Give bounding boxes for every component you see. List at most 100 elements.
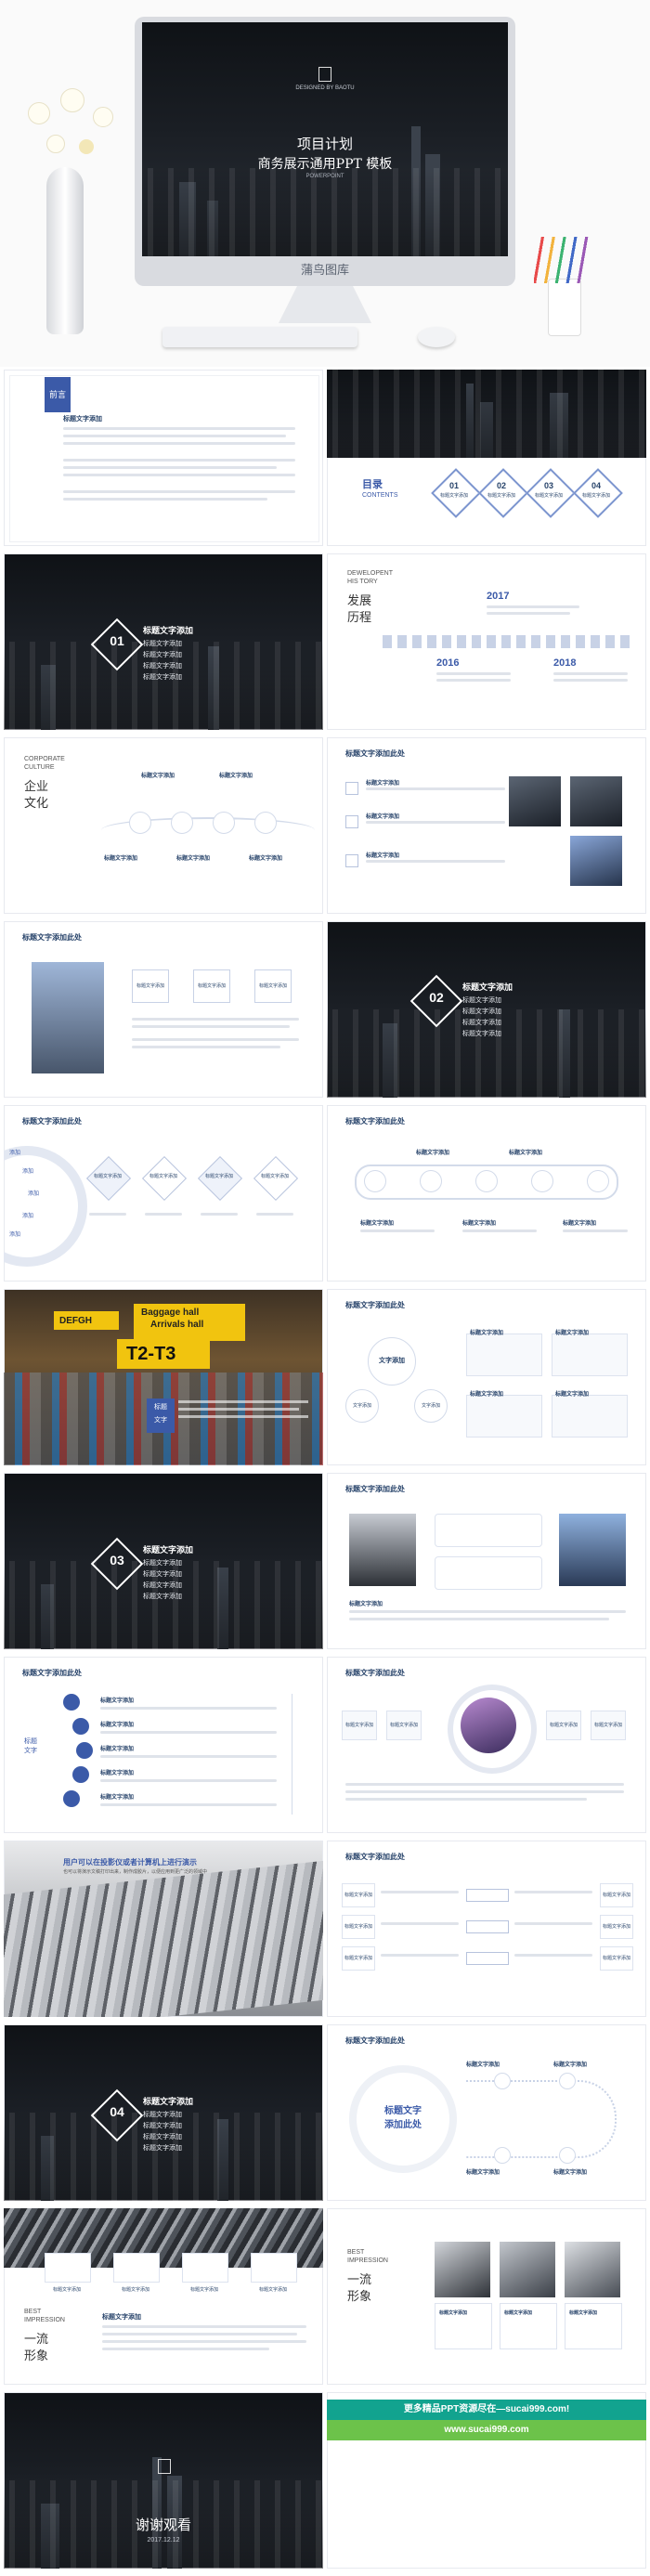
slide-orbit: 标题文字添加此处 标题文字添加 标题文字添加 标题文字添加 标题文字添加 xyxy=(327,1657,646,1833)
history-cn-2: 历程 xyxy=(347,611,372,625)
contents-label: 目录 xyxy=(362,479,383,490)
pencils xyxy=(534,237,599,283)
speech-header: 标题文字添加此处 xyxy=(345,1485,405,1493)
culture-item: 标题文字添加 xyxy=(176,856,211,862)
list3-header: 标题文字添加此处 xyxy=(345,749,405,758)
slide-photo-left: 标题文字添加此处 标题文字添加 标题文字添加 标题文字添加 xyxy=(4,921,323,1098)
slide-impression-2: BEST IMPRESSION 一流 形象 标题文字添加 标题文字添加 标题文字… xyxy=(327,2208,646,2385)
list3-item: 标题文字添加 xyxy=(366,781,400,787)
slide-ad: 更多精品PPT资源尽在—sucai999.com! www.sucai999.c… xyxy=(327,2392,646,2569)
slide-circle-flow: 标题文字添加此处 标题文字 添加此处 标题文字添加 标题文字添加 标题文字添加 … xyxy=(327,2024,646,2201)
monitor-stand xyxy=(279,286,371,323)
section-01-bullet: 标题文字添加 xyxy=(143,641,182,647)
section-03-title: 标题文字添加 xyxy=(143,1545,194,1555)
year-2016: 2016 xyxy=(436,657,460,669)
flowers xyxy=(19,84,130,186)
section-01-bullet: 标题文字添加 xyxy=(143,652,182,658)
timeline-arrows xyxy=(383,635,633,648)
preface-heading: 标题文字添加 xyxy=(63,416,102,423)
section-04-num: 04 xyxy=(110,2104,124,2119)
section-01-num: 01 xyxy=(110,633,124,648)
history-cn-1: 发展 xyxy=(347,594,372,608)
photo xyxy=(435,2242,490,2297)
slide-thanks: 谢谢观看 2017.12.12 xyxy=(4,2392,323,2569)
culture-cn-2: 文化 xyxy=(24,797,49,811)
section-04-title: 标题文字添加 xyxy=(143,2097,194,2106)
list3-item: 标题文字添加 xyxy=(366,814,400,820)
thanks-title: 谢谢观看 xyxy=(135,2517,191,2533)
year-2017: 2017 xyxy=(487,591,510,602)
section-02-title: 标题文字添加 xyxy=(462,982,514,992)
slide-arrows: 标题文字添加此处 标题文字添加 标题文字添加 标题文字添加 标题文字添加 标题文… xyxy=(327,1841,646,2017)
hero-title-2: 商务展示通用PPT 模板 xyxy=(257,157,393,172)
slide-bubbles: 标题文字添加此处 文字添加 文字添加 文字添加 标题文字添加 标题文字添加 标题… xyxy=(327,1289,646,1465)
logo-icon xyxy=(318,67,332,82)
keyboard xyxy=(162,327,358,347)
impression-heading: 标题文字添加 xyxy=(102,2314,141,2321)
culture-en-2: CULTURE xyxy=(24,764,55,771)
slide-wave: 标题文字添加此处 标题文字添加 标题文字添加 标题文字添加 标题文字添加 标题文… xyxy=(327,1105,646,1281)
pencil-cup xyxy=(548,279,581,336)
section-03-num: 03 xyxy=(110,1553,124,1568)
mouse xyxy=(418,327,455,347)
tree-header: 标题文字添加此处 xyxy=(22,1669,82,1677)
bubbles-header: 标题文字添加此处 xyxy=(345,1301,405,1309)
photo xyxy=(559,1514,626,1586)
photo xyxy=(570,776,622,826)
ad-banner[interactable]: 更多精品PPT资源尽在—sucai999.com! xyxy=(327,2400,646,2420)
slide-culture: CORPORATE CULTURE 企业 文化 标题文字添加 标题文字添加 标题… xyxy=(4,737,323,914)
list3-item: 标题文字添加 xyxy=(366,853,400,859)
slide-impression-1: 标题文字添加 标题文字添加 标题文字添加 标题文字添加 BEST IMPRESS… xyxy=(4,2208,323,2385)
slide-speech: 标题文字添加此处 标题文字添加 xyxy=(327,1473,646,1649)
building-title: 用户可以在投影仪或者计算机上进行演示 xyxy=(63,1858,197,1867)
hero: DESIGNED BY BAOTU 项目计划 商务展示通用PPT 模板 POWE… xyxy=(0,0,650,367)
photo xyxy=(570,836,622,886)
hero-title-1: 项目计划 xyxy=(296,136,353,152)
section-01-title: 标题文字添加 xyxy=(143,626,194,635)
slide-section-02: 02 标题文字添加 标题文字添加 标题文字添加 标题文字添加 标题文字添加 xyxy=(327,921,646,1098)
year-2018: 2018 xyxy=(553,657,577,669)
culture-cn-1: 企业 xyxy=(24,780,49,794)
section-01-bullet: 标题文字添加 xyxy=(143,674,182,681)
slide-airport: DEFGH Baggage hall Arrivals hall T2-T3 标… xyxy=(4,1289,323,1465)
slide-history: DEWELOPENT HIS TORY 发展 历程 2017 2016 2018 xyxy=(327,553,646,730)
building-sub: 也可以将演示文稿打印出来，制作成胶片，以便应用到更广泛的领域中 xyxy=(63,1869,208,1875)
photo xyxy=(349,1514,416,1586)
history-en-1: DEWELOPENT xyxy=(347,570,394,577)
speech-caption: 标题文字添加 xyxy=(349,1602,384,1607)
sign-t2t3: T2-T3 xyxy=(117,1339,210,1369)
culture-en-1: CORPORATE xyxy=(24,756,65,762)
culture-item: 标题文字添加 xyxy=(219,774,254,779)
preface-tag: 前言 xyxy=(45,377,71,412)
orbit-header: 标题文字添加此处 xyxy=(345,1669,405,1677)
sign-baggage: Baggage hall Arrivals hall xyxy=(134,1304,245,1341)
slide-section-04: 04 标题文字添加 标题文字添加 标题文字添加 标题文字添加 标题文字添加 xyxy=(4,2024,323,2201)
slide-building: 用户可以在投影仪或者计算机上进行演示 也可以将演示文稿打印出来，制作成胶片，以便… xyxy=(4,1841,323,2017)
hero-sub: POWERPOINT xyxy=(306,174,344,179)
section-02-num: 02 xyxy=(429,990,444,1005)
arrows-header: 标题文字添加此处 xyxy=(345,1853,405,1861)
photo xyxy=(32,962,104,1073)
wave-header: 标题文字添加此处 xyxy=(345,1117,405,1125)
wheel xyxy=(4,1146,87,1267)
monitor-screen: DESIGNED BY BAOTU 项目计划 商务展示通用PPT 模板 POWE… xyxy=(142,22,508,256)
slide-list3: 标题文字添加此处 标题文字添加 标题文字添加 标题文字添加 xyxy=(327,737,646,914)
culture-item: 标题文字添加 xyxy=(249,856,283,862)
contents-label-en: CONTENTS xyxy=(362,492,398,499)
culture-item: 标题文字添加 xyxy=(104,856,138,862)
history-en-2: HIS TORY xyxy=(347,579,378,585)
slide-wheel: 标题文字添加此处 添加 添加 添加 添加 添加 标题文字添加 标题文字添加 标题… xyxy=(4,1105,323,1281)
photo xyxy=(500,2242,555,2297)
vase xyxy=(46,167,84,334)
slide-preface: 前言 标题文字添加 xyxy=(4,370,323,546)
circle-flow-header: 标题文字添加此处 xyxy=(345,2036,405,2045)
designed-by: DESIGNED BY BAOTU xyxy=(295,85,355,91)
photo xyxy=(565,2242,620,2297)
slide-tree: 标题文字添加此处 标题 文字 标题文字添加 标题文字添加 标题文字添加 标题文字… xyxy=(4,1657,323,1833)
sign-defgh: DEFGH xyxy=(54,1311,119,1330)
culture-item: 标题文字添加 xyxy=(141,774,176,779)
ad-link[interactable]: www.sucai999.com xyxy=(327,2420,646,2440)
brand-text: 蒲鸟图库 xyxy=(300,264,349,278)
thanks-date: 2017.12.12 xyxy=(147,2537,180,2543)
section-01-bullet: 标题文字添加 xyxy=(143,663,182,670)
